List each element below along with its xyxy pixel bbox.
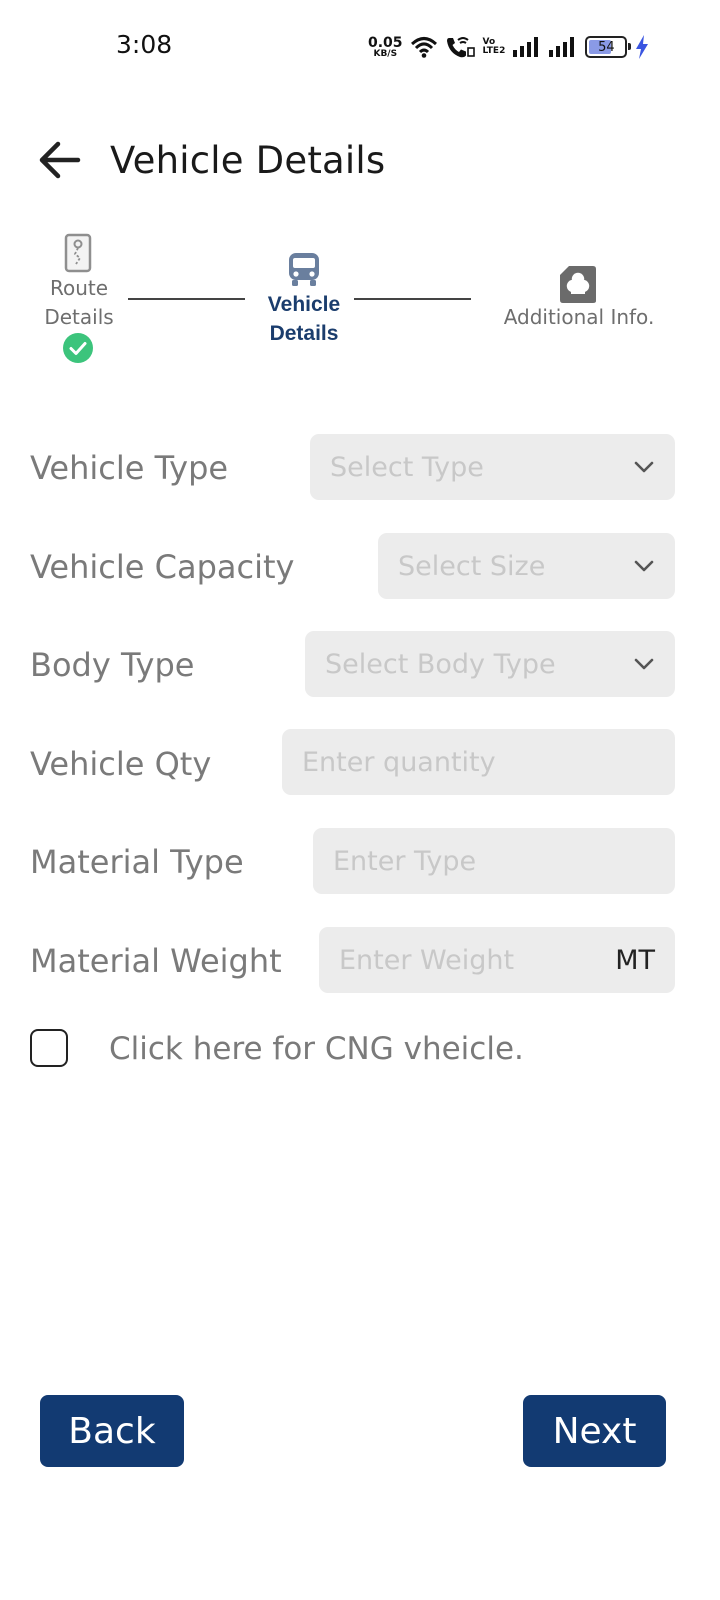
step-connector [354,298,471,300]
step-additional-label: Additional Info. [503,305,655,329]
bus-icon [289,253,319,286]
check-circle-icon [63,333,93,363]
vehicle-type-placeholder: Select Type [330,451,484,483]
route-map-icon [64,233,92,273]
wifi-icon [410,37,437,58]
vehicle-qty-label: Vehicle Qty [30,745,212,783]
step-additional-info[interactable]: Additional Info. [498,225,660,365]
vehicle-type-select[interactable]: Select Type [310,434,675,500]
document-icon [560,266,596,303]
weight-unit-label: MT [615,944,655,976]
vehicle-type-label: Vehicle Type [30,449,229,487]
chevron-down-icon [634,560,654,572]
volte-bottom-text: LTE2 [482,46,506,56]
vehicle-capacity-select[interactable]: Select Size [378,533,675,599]
body-type-label: Body Type [30,646,195,684]
step-connector [128,298,245,300]
step-route-label-line2: Details [44,305,114,329]
net-speed: 0.05 KB/S [368,36,403,59]
vehicle-qty-input[interactable]: Enter quantity [282,729,675,795]
body-type-select[interactable]: Select Body Type [305,631,675,697]
back-button[interactable]: Back [40,1395,184,1467]
signal-icon [513,37,539,57]
volte-indicator: Vo LTE2 [483,38,506,55]
cng-checkbox-label[interactable]: Click here for CNG vheicle. [109,1031,524,1067]
step-vehicle-label-line2: Details [269,322,339,345]
stepper: Route Details Vehicle Details Additional… [0,225,720,375]
next-button[interactable]: Next [523,1395,666,1467]
chevron-down-icon [634,461,654,473]
step-vehicle-details[interactable]: Vehicle Details [252,225,356,365]
step-route-label-line1: Route [49,276,109,300]
chevron-down-icon [634,658,654,670]
vehicle-qty-placeholder: Enter quantity [302,746,496,778]
material-type-label: Material Type [30,843,244,881]
step-route-details[interactable]: Route Details [30,225,128,365]
cng-checkbox[interactable] [30,1029,68,1067]
vehicle-capacity-label: Vehicle Capacity [30,548,295,586]
status-icons: 0.05 KB/S Vo LTE2 54 [368,32,649,62]
status-time: 3:08 [116,30,173,59]
page-title: Vehicle Details [110,139,386,182]
material-type-placeholder: Enter Type [333,845,477,877]
net-speed-value: 0.05 [368,34,403,51]
material-type-input[interactable]: Enter Type [313,828,675,894]
material-weight-label: Material Weight [30,942,282,980]
battery-level: 54 [598,39,615,55]
step-vehicle-label-line1: Vehicle [267,293,341,316]
back-arrow-icon[interactable] [36,136,84,184]
signal-icon [549,37,575,57]
charging-icon [636,35,649,59]
net-speed-unit: KB/S [373,48,398,59]
wifi-calling-icon [446,37,475,58]
material-weight-placeholder: Enter Weight [339,944,515,976]
body-type-placeholder: Select Body Type [325,648,556,680]
vehicle-capacity-placeholder: Select Size [398,550,546,582]
material-weight-input[interactable]: Enter Weight MT [319,927,675,993]
battery-icon: 54 [585,36,632,58]
